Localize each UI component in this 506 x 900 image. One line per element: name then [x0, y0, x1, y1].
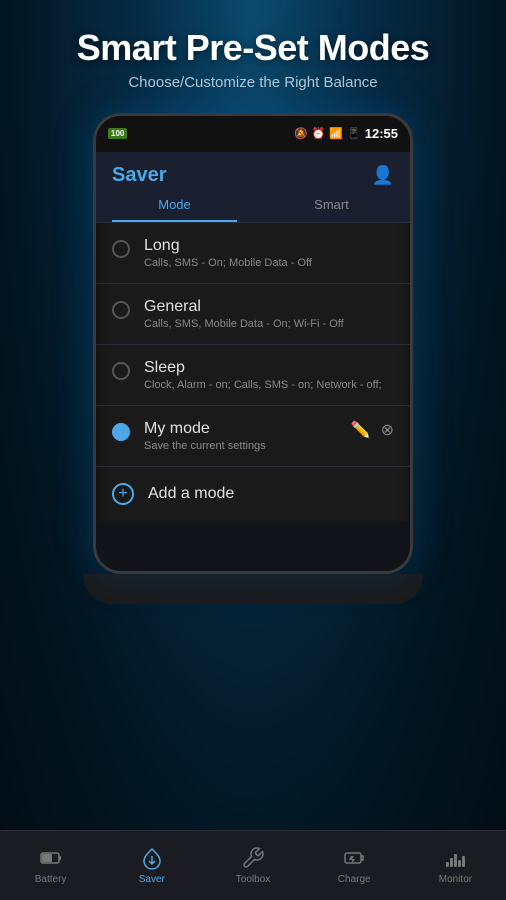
- mode-radio-mymode: [112, 423, 130, 441]
- mode-radio-general: [112, 301, 130, 319]
- mode-text-long: Long Calls, SMS - On; Mobile Data - Off: [144, 237, 312, 269]
- charge-nav-icon: [342, 846, 366, 870]
- mode-item-sleep[interactable]: Sleep Clock, Alarm - on; Calls, SMS - on…: [96, 345, 410, 406]
- battery-status: 100: [108, 128, 127, 139]
- profile-icon[interactable]: 👤: [372, 165, 394, 186]
- add-mode-label: Add a mode: [148, 485, 234, 503]
- mode-text-sleep: Sleep Clock, Alarm - on; Calls, SMS - on…: [144, 359, 382, 391]
- monitor-nav-icon: [443, 846, 467, 870]
- battery-nav-icon: [39, 846, 63, 870]
- mode-item-general[interactable]: General Calls, SMS, Mobile Data - On; Wi…: [96, 284, 410, 345]
- time-display: 12:55: [365, 126, 398, 141]
- phone-bottom-outer: [83, 574, 423, 604]
- mode-radio-long: [112, 240, 130, 258]
- nav-item-battery[interactable]: Battery: [0, 831, 101, 900]
- nav-item-saver[interactable]: Saver: [101, 831, 202, 900]
- alarm-icon: ⏰: [312, 127, 326, 140]
- mode-text-general: General Calls, SMS, Mobile Data - On; Wi…: [144, 298, 344, 330]
- status-icons: 🔕 ⏰ 📶 📱 12:55: [294, 126, 398, 141]
- delete-icon[interactable]: ⊗: [381, 420, 394, 440]
- nav-item-charge[interactable]: Charge: [304, 831, 405, 900]
- tab-smart[interactable]: Smart: [253, 187, 410, 222]
- nav-label-charge: Charge: [338, 874, 371, 885]
- signal-icon: 📱: [347, 127, 361, 140]
- modes-list: Long Calls, SMS - On; Mobile Data - Off …: [96, 223, 410, 521]
- add-mode-row[interactable]: + Add a mode: [96, 467, 410, 521]
- phone-bottom-area: [96, 521, 410, 571]
- mode-actions-mymode: ✏️ ⊗: [351, 420, 394, 440]
- app-title: Saver: [112, 164, 167, 187]
- mute-icon: 🔕: [294, 127, 308, 140]
- nav-label-battery: Battery: [35, 874, 67, 885]
- header: Smart Pre-Set Modes Choose/Customize the…: [0, 0, 506, 103]
- mode-radio-sleep: [112, 362, 130, 380]
- add-circle-icon: +: [112, 483, 134, 505]
- nav-item-toolbox[interactable]: Toolbox: [202, 831, 303, 900]
- phone-frame: 100 🔕 ⏰ 📶 📱 12:55 Saver 👤 Mode Smart: [93, 113, 413, 574]
- wifi-icon: 📶: [329, 127, 343, 140]
- page-subtitle: Choose/Customize the Right Balance: [20, 74, 486, 91]
- mode-item-long[interactable]: Long Calls, SMS - On; Mobile Data - Off: [96, 223, 410, 284]
- bottom-nav: Battery Saver Toolbox Charge Monitor: [0, 830, 506, 900]
- edit-icon[interactable]: ✏️: [351, 420, 371, 440]
- mode-text-mymode: My mode Save the current settings: [144, 420, 266, 452]
- saver-nav-icon: [140, 846, 164, 870]
- nav-label-monitor: Monitor: [439, 874, 472, 885]
- toolbox-nav-icon: [241, 846, 265, 870]
- app-header: Saver 👤: [96, 152, 410, 187]
- mode-item-mymode[interactable]: My mode Save the current settings ✏️ ⊗: [96, 406, 410, 467]
- phone-wrapper: 100 🔕 ⏰ 📶 📱 12:55 Saver 👤 Mode Smart: [83, 113, 423, 900]
- tab-bar: Mode Smart: [96, 187, 410, 223]
- tab-mode[interactable]: Mode: [96, 187, 253, 222]
- nav-item-monitor[interactable]: Monitor: [405, 831, 506, 900]
- nav-label-saver: Saver: [139, 874, 165, 885]
- page-title: Smart Pre-Set Modes: [20, 28, 486, 68]
- status-bar: 100 🔕 ⏰ 📶 📱 12:55: [96, 116, 410, 152]
- nav-label-toolbox: Toolbox: [236, 874, 270, 885]
